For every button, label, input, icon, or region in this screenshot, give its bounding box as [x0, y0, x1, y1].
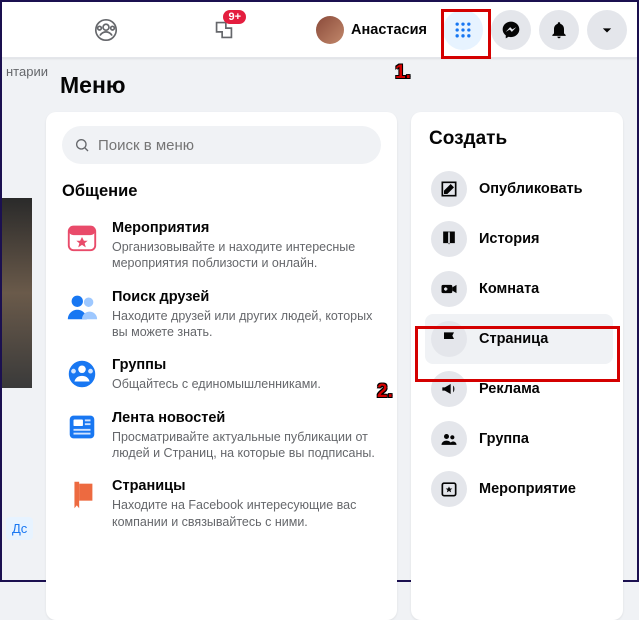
section-title: Общение: [62, 182, 381, 201]
gaming-tab[interactable]: 9+: [200, 6, 248, 54]
create-label: Комната: [479, 281, 539, 297]
item-title: Поиск друзей: [112, 288, 379, 306]
create-item-page[interactable]: Страница: [425, 314, 613, 364]
create-column: Создать Опубликовать История Комната Стр…: [411, 112, 623, 620]
apps-grid-icon: [453, 20, 473, 40]
item-desc: Находите на Facebook интересующие вас ко…: [112, 497, 379, 530]
menu-title: Меню: [60, 72, 126, 99]
event-star-icon: [431, 471, 467, 507]
menu-panel: Меню Общение Мероприятия Организовывайте…: [46, 58, 623, 620]
create-item-room[interactable]: Комната: [425, 264, 613, 314]
menu-button[interactable]: [443, 10, 483, 50]
create-label: История: [479, 231, 540, 247]
page-flag-icon: [431, 321, 467, 357]
background-sliver: нтарии Дс: [2, 58, 46, 580]
pages-icon: [64, 477, 100, 513]
create-item-group[interactable]: Группа: [425, 414, 613, 464]
menu-item-groups[interactable]: Группы Общайтесь с единомышленниками.: [62, 348, 381, 400]
create-item-event[interactable]: Мероприятие: [425, 464, 613, 514]
news-feed-icon: [64, 409, 100, 445]
profile-chip[interactable]: Анастасия: [312, 12, 435, 48]
item-desc: Находите друзей или других людей, которы…: [112, 308, 379, 341]
compose-icon: [431, 171, 467, 207]
menu-list-column: Общение Мероприятия Организовывайте и на…: [46, 112, 397, 620]
menu-item-events[interactable]: Мероприятия Организовывайте и находите и…: [62, 211, 381, 280]
events-icon: [64, 219, 100, 255]
item-desc: Общайтесь с единомышленниками.: [112, 376, 379, 392]
item-title: Лента новостей: [112, 409, 379, 427]
ad-megaphone-icon: [431, 371, 467, 407]
room-icon: [431, 271, 467, 307]
gaming-badge: 9+: [223, 10, 246, 24]
sliver-image: [2, 198, 32, 388]
messenger-icon: [501, 20, 521, 40]
story-icon: [431, 221, 467, 257]
sliver-button[interactable]: Дс: [6, 517, 33, 540]
item-title: Мероприятия: [112, 219, 379, 237]
top-nav-right: Анастасия: [312, 10, 637, 50]
create-item-story[interactable]: История: [425, 214, 613, 264]
find-friends-icon: [64, 288, 100, 324]
top-nav: 9+ Анастасия: [2, 2, 637, 58]
menu-item-find-friends[interactable]: Поиск друзей Находите друзей или других …: [62, 280, 381, 349]
item-desc: Организовывайте и находите интересные ме…: [112, 239, 379, 272]
search-icon: [74, 137, 90, 153]
item-title: Страницы: [112, 477, 379, 495]
create-label: Опубликовать: [479, 181, 583, 197]
notifications-button[interactable]: [539, 10, 579, 50]
account-button[interactable]: [587, 10, 627, 50]
item-desc: Просматривайте актуальные публикации от …: [112, 429, 379, 462]
profile-name: Анастасия: [351, 22, 427, 38]
menu-item-news-feed[interactable]: Лента новостей Просматривайте актуальные…: [62, 401, 381, 470]
menu-search[interactable]: [62, 126, 381, 164]
create-label: Мероприятие: [479, 481, 576, 497]
caret-down-icon: [597, 20, 617, 40]
top-nav-center: 9+: [82, 6, 248, 54]
create-label: Реклама: [479, 381, 540, 397]
item-title: Группы: [112, 356, 379, 374]
group-icon: [431, 421, 467, 457]
menu-search-input[interactable]: [98, 137, 369, 154]
bell-icon: [549, 20, 569, 40]
sliver-text: нтарии: [2, 58, 46, 85]
menu-item-pages[interactable]: Страницы Находите на Facebook интересующ…: [62, 469, 381, 538]
groups-tab[interactable]: [82, 6, 130, 54]
create-item-post[interactable]: Опубликовать: [425, 164, 613, 214]
create-title: Создать: [425, 128, 613, 150]
groups-color-icon: [64, 356, 100, 392]
avatar: [316, 16, 344, 44]
create-item-ad[interactable]: Реклама: [425, 364, 613, 414]
messenger-button[interactable]: [491, 10, 531, 50]
create-label: Группа: [479, 431, 529, 447]
create-label: Страница: [479, 331, 548, 347]
